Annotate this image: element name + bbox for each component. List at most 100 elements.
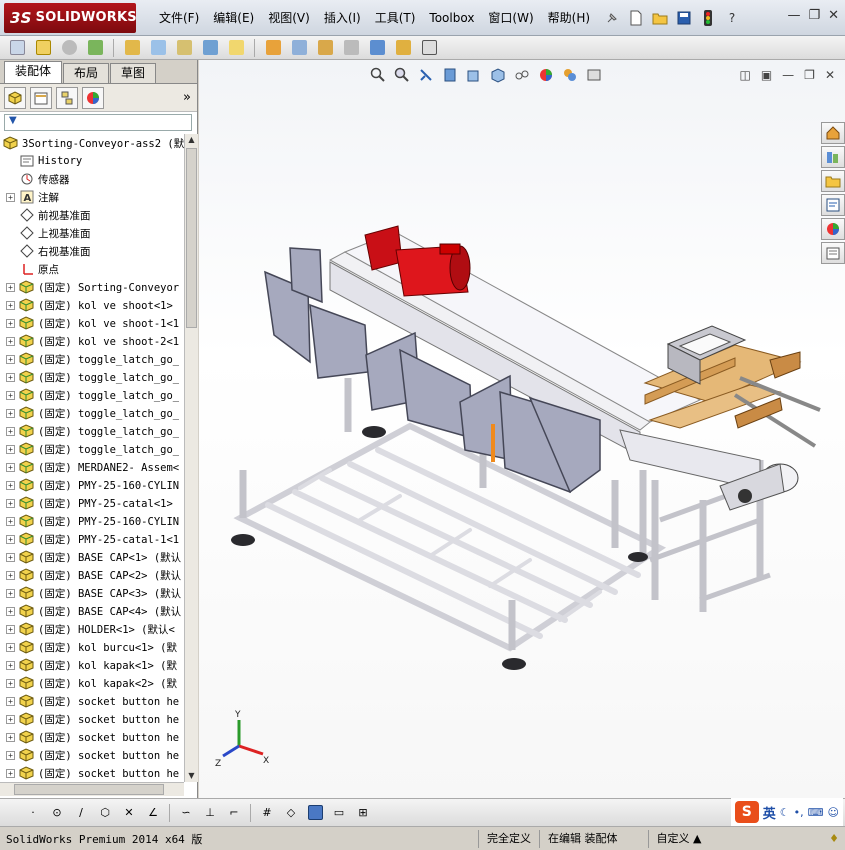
solidworks-logo[interactable]: 3S SOLIDWORKS	[4, 2, 137, 33]
tab-layout[interactable]: 布局	[63, 63, 110, 83]
expand-icon[interactable]: +	[6, 678, 15, 688]
more-tabs-icon[interactable]: »	[183, 90, 191, 105]
tree-item[interactable]: + (固定) toggle_latch_go_	[0, 386, 184, 404]
ime-keyboard-icon[interactable]: ⌨	[808, 806, 824, 819]
expand-icon[interactable]: +	[6, 372, 15, 382]
pin-icon[interactable]	[603, 9, 621, 27]
expand-icon[interactable]: +	[6, 714, 15, 724]
rebuild-traffic-light-icon[interactable]	[699, 9, 717, 27]
home-icon[interactable]	[821, 122, 845, 144]
angle-icon[interactable]: ∠	[142, 803, 164, 823]
menu-toolbox[interactable]: Toolbox	[422, 0, 481, 36]
expand-icon[interactable]: +	[6, 588, 15, 598]
move-component-icon[interactable]	[147, 38, 169, 58]
spline-icon[interactable]: ∽	[175, 803, 197, 823]
tree-item[interactable]: + (固定) BASE CAP<1> (默认	[0, 548, 184, 566]
exploded-view-icon[interactable]	[314, 38, 336, 58]
expand-icon[interactable]: +	[6, 624, 15, 634]
graphics-area[interactable]: ◫ ▣ — ❐ ✕ Y X Z	[199, 60, 845, 798]
expand-icon[interactable]: +	[6, 282, 15, 292]
custom-properties-icon[interactable]	[821, 242, 845, 264]
ime-user-icon[interactable]: ☺	[828, 806, 839, 819]
expand-icon[interactable]: +	[6, 336, 15, 346]
tree-item[interactable]: + (固定) kol ve shoot<1>	[0, 296, 184, 314]
design-library-icon[interactable]	[821, 146, 845, 168]
tree-item[interactable]: + (固定) HOLDER<1> (默认<	[0, 620, 184, 638]
property-manager-tab-icon[interactable]	[30, 86, 52, 109]
expand-icon[interactable]: +	[6, 516, 15, 526]
expand-icon[interactable]: +	[6, 192, 15, 202]
close-icon[interactable]: ✕	[828, 8, 839, 23]
tree-item[interactable]: 传感器	[0, 170, 184, 188]
expand-icon[interactable]: +	[6, 660, 15, 670]
menu-window[interactable]: 窗口(W)	[481, 0, 540, 36]
tree-item[interactable]: + A 注解	[0, 188, 184, 206]
tree-item[interactable]: + (固定) socket button he	[0, 710, 184, 728]
expand-icon[interactable]: +	[6, 750, 15, 760]
new-document-icon[interactable]	[627, 9, 645, 27]
tree-item[interactable]: + (固定) toggle_latch_go_	[0, 350, 184, 368]
expand-icon[interactable]: +	[6, 300, 15, 310]
four-viewport-icon[interactable]: ⊞	[352, 803, 374, 823]
tree-item[interactable]: + (固定) kol ve shoot-2<1	[0, 332, 184, 350]
expand-icon[interactable]: +	[6, 426, 15, 436]
expand-icon[interactable]: +	[6, 390, 15, 400]
tree-item[interactable]: 右视基准面	[0, 242, 184, 260]
clearance-verification-icon[interactable]	[392, 38, 414, 58]
expand-icon[interactable]: +	[6, 732, 15, 742]
expand-icon[interactable]: +	[6, 696, 15, 706]
explode-line-sketch-icon[interactable]	[340, 38, 362, 58]
open-folder-icon[interactable]	[651, 9, 669, 27]
tab-sketch[interactable]: 草图	[110, 63, 157, 83]
line-icon[interactable]: ∕	[70, 803, 92, 823]
tree-item[interactable]: + (固定) PMY-25-160-CYLIN	[0, 512, 184, 530]
status-bell-icon[interactable]: ♦	[829, 832, 839, 845]
polygon-icon[interactable]: ⬡	[94, 803, 116, 823]
show-hidden-icon[interactable]	[173, 38, 195, 58]
menu-view[interactable]: 视图(V)	[261, 0, 317, 36]
edit-component-icon[interactable]	[6, 38, 28, 58]
tree-item[interactable]: + (固定) PMY-25-catal-1<1	[0, 530, 184, 548]
tree-item[interactable]: + (固定) kol kapak<1> (默	[0, 656, 184, 674]
tree-item[interactable]: + (固定) socket button he	[0, 728, 184, 746]
expand-icon[interactable]: +	[6, 318, 15, 328]
restore-icon[interactable]: ❐	[808, 8, 820, 23]
display-manager-tab-icon[interactable]	[82, 86, 104, 109]
grid-icon[interactable]: #	[256, 803, 278, 823]
tree-root[interactable]: 3Sorting-Conveyor-ass2 (默	[0, 134, 184, 152]
smart-fasteners-icon[interactable]	[121, 38, 143, 58]
tree-item[interactable]: + (固定) toggle_latch_go_	[0, 368, 184, 386]
mate-icon[interactable]	[58, 38, 80, 58]
dimension-icon[interactable]: ⌐	[223, 803, 245, 823]
tree-item[interactable]: + (固定) socket button he	[0, 746, 184, 764]
save-icon[interactable]	[675, 9, 693, 27]
ime-punct-icon[interactable]: •,	[794, 806, 804, 819]
linear-pattern-icon[interactable]	[84, 38, 106, 58]
new-motion-study-icon[interactable]	[262, 38, 284, 58]
point-icon[interactable]: ·	[22, 803, 44, 823]
relation-icon[interactable]: ⊥	[199, 803, 221, 823]
trim-icon[interactable]: ✕	[118, 803, 140, 823]
tab-assembly[interactable]: 装配体	[4, 61, 63, 83]
circle-icon[interactable]: ⊙	[46, 803, 68, 823]
expand-icon[interactable]: +	[6, 570, 15, 580]
tree-item[interactable]: + (固定) BASE CAP<4> (默认	[0, 602, 184, 620]
expand-icon[interactable]: +	[6, 498, 15, 508]
tree-item[interactable]: + (固定) kol ve shoot-1<1	[0, 314, 184, 332]
expand-icon[interactable]: +	[6, 768, 15, 778]
expand-icon[interactable]: +	[6, 354, 15, 364]
menu-edit[interactable]: 编辑(E)	[206, 0, 261, 36]
minimize-icon[interactable]: —	[787, 8, 800, 23]
tree-item[interactable]: + (固定) PMY-25-catal<1>	[0, 494, 184, 512]
tree-item[interactable]: + (固定) toggle_latch_go_	[0, 422, 184, 440]
file-explorer-icon[interactable]	[821, 170, 845, 192]
tree-item[interactable]: + (固定) kol kapak<2> (默	[0, 674, 184, 692]
tree-item[interactable]: + (固定) kol burcu<1> (默	[0, 638, 184, 656]
expand-icon[interactable]: +	[6, 642, 15, 652]
appearances-icon[interactable]	[821, 218, 845, 240]
filter-input[interactable]: ▼	[4, 113, 192, 131]
sketch-plane-icon[interactable]: ◇	[280, 803, 302, 823]
insert-component-icon[interactable]	[32, 38, 54, 58]
single-viewport-icon[interactable]: ▭	[328, 803, 350, 823]
menu-file[interactable]: 文件(F)	[152, 0, 206, 36]
